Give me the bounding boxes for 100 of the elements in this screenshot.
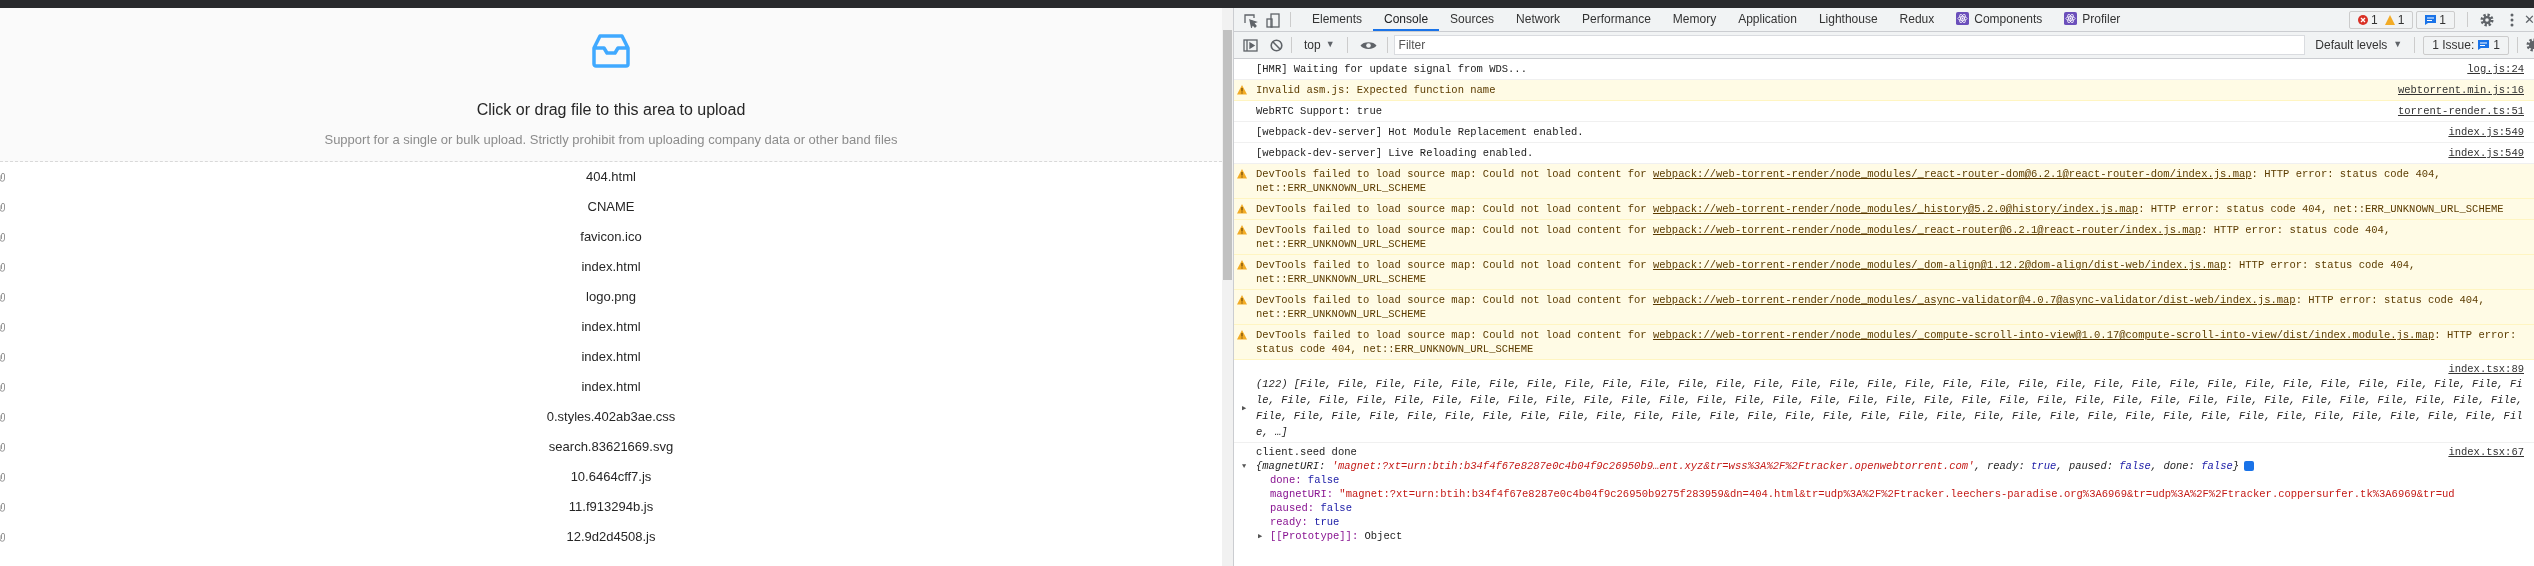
paperclip-icon [0,471,6,483]
message-icon [2478,40,2490,50]
log-levels-dropdown[interactable]: Default levels ▼ [2311,36,2407,54]
react-atom-icon [2064,12,2078,25]
paperclip-icon [0,531,6,543]
inbox-icon [592,34,630,68]
object-property: paused: false [1270,501,1353,515]
warning-icon [1237,295,1247,305]
warning-icon [1237,225,1247,235]
scrollbar[interactable] [1222,8,1233,566]
warning-icon [1237,85,1247,95]
source-link[interactable]: torrent-render.ts:51 [2397,104,2524,118]
devtools-tab[interactable]: Components [1945,8,2054,31]
warning-icon [1237,260,1247,270]
console-message: [HMR] Waiting for update signal from WDS... [1256,62,1528,76]
paperclip-icon [0,351,6,363]
warning-count: 1 [2397,11,2405,29]
devtools-tab[interactable]: Lighthouse [1807,8,1889,31]
devtools-tab[interactable]: Redux [1888,8,1946,31]
devtools-tab[interactable]: Profiler [2053,8,2132,31]
upload-title: Click or drag file to this area to upload [476,100,746,120]
issues-button[interactable]: 1 Issue: 1 [2423,35,2509,55]
source-map-link[interactable]: webpack://web-torrent-render/node_modules/_async-validator@4.0.7@async-validator/dist-web/index.js.map [1652,294,2296,306]
devtools-tab[interactable]: Sources [1439,8,1506,31]
device-icon[interactable] [1266,13,1280,28]
paperclip-icon [0,411,6,423]
filter-field[interactable]: Filter [1393,35,2306,55]
file-name[interactable]: index.html [0,317,1222,337]
paperclip-icon [0,321,6,333]
file-name[interactable]: 12.9d2d4508.js [0,527,1222,547]
console-message: DevTools failed to load source map: Could not load content for webpack://web-torrent-render/node_modules/_react-router@6.2.1@react-router/index.js.map: HTTP error: status code 404, net::ERR_UNKNOWN_URL_SCHEME [1256,223,2392,251]
object-property: ready: true [1270,515,1341,529]
settings-icon[interactable] [2526,38,2534,52]
warning-icon [2384,14,2395,25]
message-icon [2425,14,2437,25]
devtools-tab[interactable]: Elements [1301,8,1374,31]
source-link[interactable]: index.tsx:67 [2448,445,2524,459]
react-atom-icon [1956,12,1970,25]
object-preview[interactable]: {magnetURI: 'magnet:?xt=urn:btih:b34f4f67e8287e0c4b04f9c26950b9…ent.xyz&tr=wss%3A%2F%2Ftracker.openwebtorrent.com', ready: true, paused: false, done: false} [1256,459,2240,473]
paperclip-icon [0,441,6,453]
sidebar-toggle-icon[interactable] [1243,38,1258,52]
source-map-link[interactable]: webpack://web-torrent-render/node_modules/_react-router-dom@6.2.1@react-router-dom/index.js.map [1652,168,2252,180]
paperclip-icon [0,231,6,243]
issue-counter-button[interactable]: 1 1 [2348,10,2414,29]
upload-hint: Support for a single or bulk upload. Strictly prohibit from uploading company data or other band files [324,131,898,149]
object-property: magnetURI: "magnet:?xt=urn:btih:b34f4f67e8287e0c4b04f9c26950b9275f283959&dn=404.html&tr=udp%3A%2F%2Ftracker.leechers-paradise.org%3A6969&tr=udp%3A%2F%2Ftracker.coppersurfer.tk%3A6969&tr=ud [1270,487,2456,501]
file-name[interactable]: 11.f913294b.js [0,497,1222,517]
paperclip-icon [0,291,6,303]
source-map-link[interactable]: webpack://web-torrent-render/node_modules/_dom-align@1.12.2@dom-align/dist-web/index.js.map [1652,259,2227,271]
settings-icon[interactable] [2480,12,2494,27]
object-property: done: false [1270,473,1341,487]
source-map-link[interactable]: webpack://web-torrent-render/node_modules/_compute-scroll-into-view@1.0.17@compute-scroll-into-view/dist/index.module.js.map [1652,329,2435,341]
console-message: DevTools failed to load source map: Could not load content for webpack://web-torrent-render/node_modules/_react-router-dom@6.2.1@react-router-dom/index.js.map: HTTP error: status code 404, net::ERR_UNKNOWN_URL_SCHEME [1256,167,2442,195]
console-message: WebRTC Support: true [1256,104,1384,118]
file-name[interactable]: CNAME [0,197,1222,217]
file-name[interactable]: search.83621669.svg [0,437,1222,457]
source-link[interactable]: index.js:549 [2448,125,2524,139]
devtools-tab[interactable]: Network [1505,8,1572,31]
source-link[interactable]: webtorrent.min.js:16 [2397,83,2524,97]
more-options-icon[interactable] [2510,12,2514,27]
source-link[interactable]: index.js:549 [2448,146,2524,160]
console-message: Invalid asm.js: Expected function name [1256,83,1497,97]
error-icon [2357,14,2368,25]
close-button[interactable]: ✕ [2524,9,2534,30]
error-count: 1 [2370,11,2378,29]
source-link[interactable]: index.tsx:89 [2448,362,2524,376]
clear-console-icon[interactable] [1270,38,1283,52]
object-property: [[Prototype]]: Object [1270,529,1403,543]
console-message: DevTools failed to load source map: Could not load content for webpack://web-torrent-render/node_modules/_compute-scroll-into-view@1.0.17@compute-scroll-into-view/dist/index.module.js.map: HTTP error: status code 404, net::ERR_UNKNOWN_URL_SCHEME [1256,328,2518,356]
devtools-tab[interactable]: Application [1727,8,1808,31]
message-count: 1 [2439,11,2446,29]
upload-dropzone[interactable]: Click or drag file to this area to upload Support for a single or bulk upload. Strictly prohibit from uploading company data or other band files [0,8,1222,162]
source-link[interactable]: log.js:24 [2467,62,2524,76]
file-name[interactable]: index.html [0,347,1222,367]
inspect-icon[interactable] [1244,14,1258,28]
paperclip-icon [0,501,6,513]
source-map-link[interactable]: webpack://web-torrent-render/node_modules/_react-router@6.2.1@react-router/index.js.map [1652,224,2202,236]
warning-icon [1237,330,1247,340]
console-message: [webpack-dev-server] Hot Module Replacement enabled. [1256,125,1585,139]
file-name[interactable]: index.html [0,377,1222,397]
file-name[interactable]: index.html [0,257,1222,277]
file-name[interactable]: 0.styles.402ab3ae.css [0,407,1222,427]
paperclip-icon [0,201,6,213]
devtools-tab[interactable]: Performance [1571,8,1662,31]
warning-icon [1237,204,1247,214]
console-message: DevTools failed to load source map: Could not load content for webpack://web-torrent-render/node_modules/_dom-align@1.12.2@dom-align/dist-web/index.js.map: HTTP error: status code 404, net::ERR_UNKNOWN_URL_SCHEME [1256,258,2417,286]
file-name[interactable]: 10.6464cff7.js [0,467,1222,487]
file-name[interactable]: 404.html [0,167,1222,187]
paperclip-icon [0,381,6,393]
messages-counter-button[interactable]: 1 [2416,10,2455,29]
console-message: [webpack-dev-server] Live Reloading enabled. [1256,146,1535,160]
paperclip-icon [0,261,6,273]
source-map-link[interactable]: webpack://web-torrent-render/node_modules/_history@5.2.0@history/index.js.map [1652,203,2139,215]
paperclip-icon [0,171,6,183]
warning-icon [1237,169,1247,179]
file-name[interactable]: favicon.ico [0,227,1222,247]
context-dropdown[interactable]: top ▼ [1300,36,1339,54]
eye-icon[interactable] [1359,39,1377,51]
devtools-tab[interactable]: Memory [1661,8,1728,31]
file-name[interactable]: logo.png [0,287,1222,307]
